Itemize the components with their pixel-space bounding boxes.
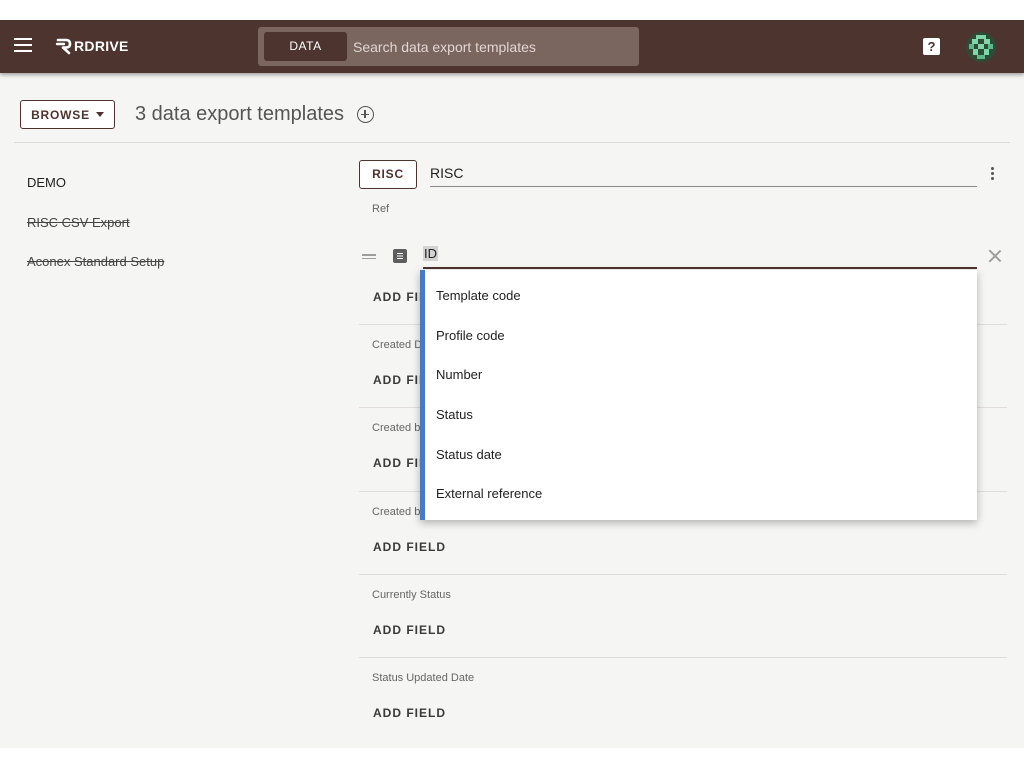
section-label-created-d: Created D	[372, 339, 423, 351]
search-scope-chip[interactable]: DATA	[264, 32, 347, 61]
section-label-currently-status: Currently Status	[372, 589, 451, 601]
dropdown-option-status[interactable]: Status	[436, 407, 473, 422]
app-window: RDRIVE DATA ? BROWSE 3 data ex	[0, 20, 1024, 748]
page-title: 3 data export templates	[135, 103, 345, 125]
dropdown-option-status-date[interactable]: Status date	[436, 447, 502, 462]
hamburger-menu-icon[interactable]	[14, 38, 32, 54]
section-label-ref: Ref	[372, 203, 390, 215]
avatar-pattern-icon	[966, 32, 996, 62]
template-name-field[interactable]: RISC	[430, 163, 977, 187]
dropdown-option-number[interactable]: Number	[436, 367, 482, 382]
browse-label: BROWSE	[31, 107, 90, 122]
rdrive-logo[interactable]: RDRIVE	[55, 36, 129, 56]
table-field-icon	[393, 249, 407, 263]
more-vert-icon[interactable]	[989, 167, 995, 183]
template-code-button[interactable]: RISC	[359, 160, 417, 189]
section-divider	[359, 574, 1007, 575]
template-item-aconex-standard-setup[interactable]: Aconex Standard Setup	[27, 254, 164, 269]
section-label-created-b-2: Created b	[372, 506, 421, 518]
add-field-button[interactable]: ADD FIELD	[373, 706, 446, 720]
top-app-bar: RDRIVE DATA ?	[0, 20, 1024, 73]
section-label-status-updated-date: Status Updated Date	[372, 672, 475, 684]
section-label-created-b: Created b	[372, 422, 421, 434]
browse-button[interactable]: BROWSE	[20, 100, 115, 129]
search-bar: DATA	[258, 27, 639, 66]
dropdown-option-external-reference[interactable]: External reference	[436, 486, 542, 501]
close-icon[interactable]	[988, 249, 1002, 263]
dropdown-option-profile-code[interactable]: Profile code	[436, 328, 505, 343]
template-item-risc-csv-export[interactable]: RISC CSV Export	[27, 215, 130, 230]
add-template-icon[interactable]	[357, 106, 374, 123]
section-divider	[359, 657, 1007, 658]
template-item-demo[interactable]: DEMO	[27, 175, 66, 190]
rdrive-logo-icon	[55, 38, 72, 55]
help-icon[interactable]: ?	[923, 38, 940, 55]
user-avatar[interactable]	[966, 32, 996, 62]
field-options-dropdown: Template code Profile code Number Status…	[420, 270, 977, 520]
header-divider	[14, 142, 1010, 143]
brand-name: RDRIVE	[74, 38, 129, 54]
caret-down-icon	[95, 112, 104, 117]
dropdown-option-template-code[interactable]: Template code	[436, 288, 521, 303]
search-input[interactable]	[353, 27, 633, 66]
field-input[interactable]: ID	[423, 246, 977, 269]
add-field-button[interactable]: ADD FIELD	[373, 540, 446, 554]
add-field-button[interactable]: ADD FIELD	[373, 623, 446, 637]
field-input-value: ID	[423, 246, 438, 261]
drag-handle-icon[interactable]	[362, 254, 376, 260]
